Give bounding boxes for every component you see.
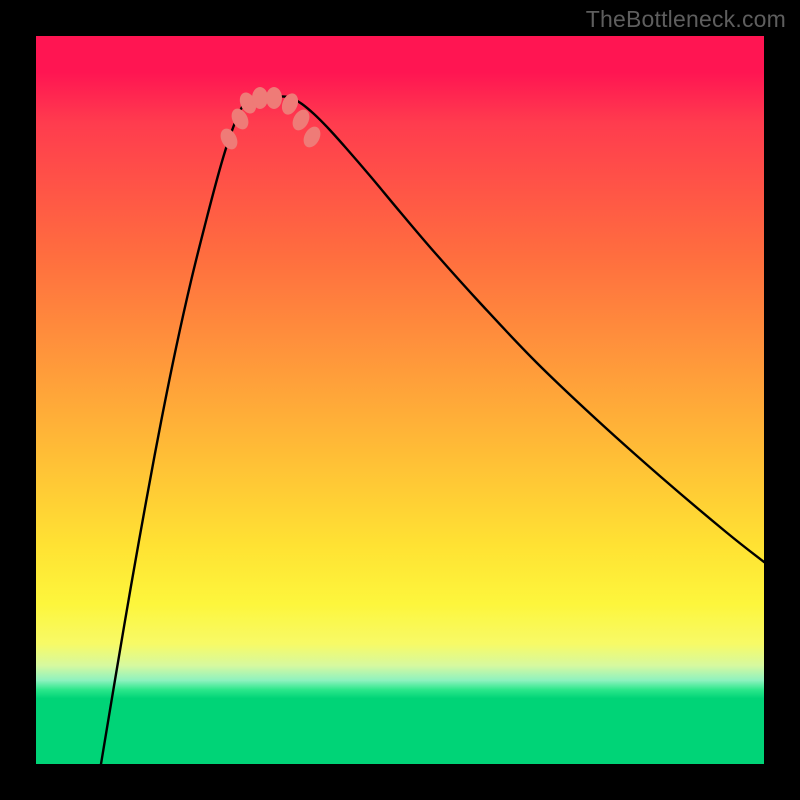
plot-area <box>36 36 764 764</box>
curve-right <box>280 96 764 562</box>
marker-dot <box>217 126 241 152</box>
marker-dot <box>252 87 268 109</box>
curve-left <box>101 96 264 764</box>
bottom-marker-cluster <box>217 87 324 152</box>
watermark-text: TheBottleneck.com <box>586 6 786 33</box>
marker-dot <box>266 87 282 109</box>
chart-frame: TheBottleneck.com <box>0 0 800 800</box>
plot-svg <box>36 36 764 764</box>
